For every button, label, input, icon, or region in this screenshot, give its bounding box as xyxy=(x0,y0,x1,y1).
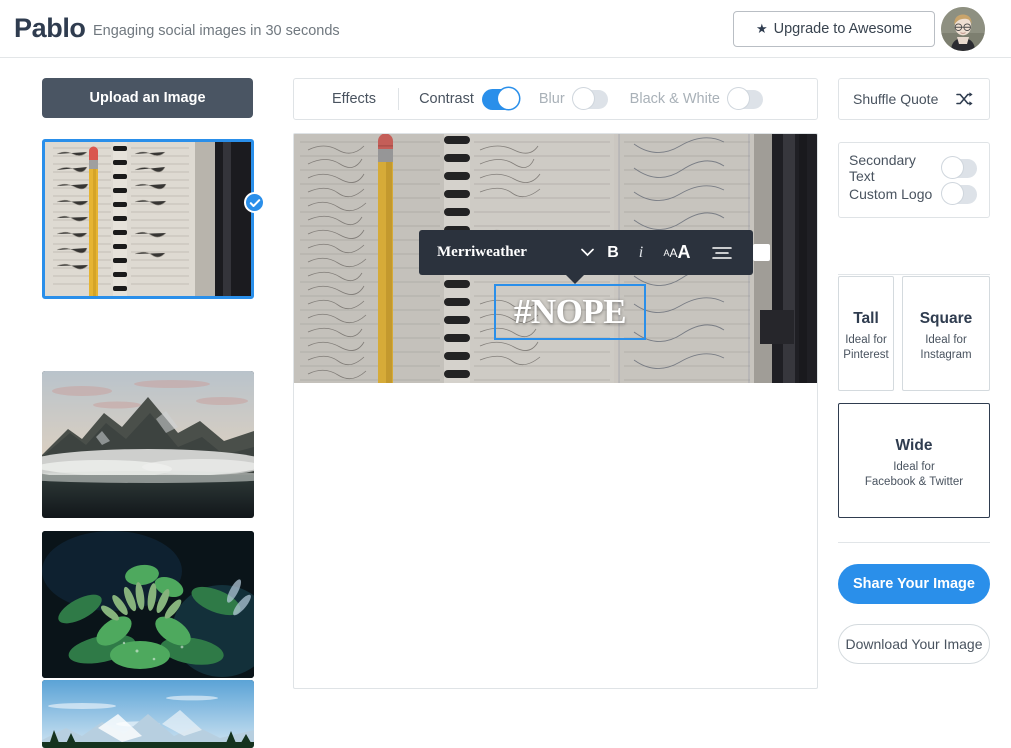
app-header: Pablo Engaging social images in 30 secon… xyxy=(0,0,1011,58)
shuffle-quote-label: Shuffle Quote xyxy=(853,91,939,107)
effect-blur[interactable]: Blur xyxy=(538,88,608,109)
upgrade-to-awesome-button[interactable]: ★ Upgrade to Awesome xyxy=(733,11,935,47)
size-wide-desc: Ideal for Facebook & Twitter xyxy=(864,461,964,488)
thumbnail-mountain-lake-image xyxy=(42,371,254,518)
size-square-name: Square xyxy=(919,310,973,327)
effect-contrast[interactable]: Contrast xyxy=(419,88,519,109)
divider xyxy=(838,542,990,543)
canvas-text-value: #NOPE xyxy=(513,292,627,331)
thumbnail-snowy-mountain[interactable] xyxy=(42,680,254,748)
effect-contrast-label: Contrast xyxy=(419,91,474,107)
toggle-knob xyxy=(942,183,963,204)
font-size-button[interactable]: AAA xyxy=(658,230,696,275)
size-option-tall[interactable]: Tall Ideal for Pinterest xyxy=(838,276,894,391)
editor-main: Effects Contrast Blur Black & White Merr… xyxy=(293,78,818,689)
uploads-sidebar: Upload an Image xyxy=(0,59,281,748)
option-secondary-text[interactable]: Secondary Text xyxy=(839,152,989,184)
canvas-text-box[interactable]: #NOPE xyxy=(494,284,646,340)
option-custom-logo[interactable]: Custom Logo xyxy=(839,181,989,207)
size-tall-name: Tall xyxy=(853,310,879,327)
toggle-knob xyxy=(572,88,594,109)
toggle-knob xyxy=(727,88,749,109)
upload-an-image-button[interactable]: Upload an Image xyxy=(42,78,253,118)
effects-bar: Effects Contrast Blur Black & White xyxy=(293,78,818,120)
size-square-desc: Ideal for Instagram xyxy=(920,334,972,361)
size-option-wide[interactable]: Wide Ideal for Facebook & Twitter xyxy=(838,403,990,518)
text-format-toolbar: Merriweather B i AAA xyxy=(419,230,770,284)
text-options-panel: Secondary Text Custom Logo xyxy=(838,142,990,218)
text-align-icon[interactable] xyxy=(710,230,734,275)
font-size-large-glyph: A xyxy=(677,242,691,262)
italic-button[interactable]: i xyxy=(633,230,649,275)
download-button-label: Download Your Image xyxy=(845,636,983,652)
effect-black-and-white-toggle[interactable] xyxy=(727,88,763,109)
thumbnail-green-plant-image xyxy=(42,531,254,678)
divider xyxy=(398,88,400,110)
thumbnail-notebook[interactable] xyxy=(42,139,254,299)
option-secondary-text-toggle[interactable] xyxy=(942,157,977,178)
effect-blur-label: Blur xyxy=(538,91,565,107)
chevron-down-icon[interactable] xyxy=(577,230,597,275)
effect-contrast-toggle[interactable] xyxy=(482,88,519,109)
thumbnail-notebook-image xyxy=(45,142,251,296)
option-custom-logo-toggle[interactable] xyxy=(942,183,977,204)
size-option-square[interactable]: Square Ideal for Instagram xyxy=(902,276,990,391)
share-button-label: Share Your Image xyxy=(853,576,975,592)
chevron-down-glyph xyxy=(580,248,594,257)
avatar[interactable] xyxy=(941,7,985,51)
upload-button-label: Upload an Image xyxy=(89,90,206,106)
effect-black-and-white[interactable]: Black & White xyxy=(629,88,763,109)
bold-button[interactable]: B xyxy=(603,230,623,275)
share-your-image-button[interactable]: Share Your Image xyxy=(838,564,990,604)
color-swatch xyxy=(752,244,770,261)
text-color-button[interactable] xyxy=(749,230,773,275)
effect-black-and-white-label: Black & White xyxy=(629,91,720,107)
upgrade-button-label: Upgrade to Awesome xyxy=(773,21,913,37)
text-align-glyph xyxy=(712,246,732,259)
image-canvas-panel[interactable]: Merriweather B i AAA #NOPE xyxy=(293,133,818,689)
shuffle-glyph xyxy=(956,92,973,106)
font-name-label[interactable]: Merriweather xyxy=(437,244,527,261)
brand-title: Pablo xyxy=(14,13,86,43)
toggle-knob xyxy=(942,157,963,178)
option-custom-logo-label: Custom Logo xyxy=(849,186,933,202)
thumbnail-mountain-lake[interactable] xyxy=(42,371,254,518)
avatar-photo-icon xyxy=(941,7,985,51)
checkmark-icon xyxy=(249,198,260,207)
thumbnail-snowy-mountain-image xyxy=(42,680,254,748)
shuffle-icon xyxy=(956,92,973,106)
brand-tagline: Engaging social images in 30 seconds xyxy=(93,23,340,39)
effect-blur-toggle[interactable] xyxy=(572,88,608,109)
option-secondary-text-label: Secondary Text xyxy=(849,152,916,184)
size-wide-name: Wide xyxy=(895,437,933,454)
thumbnail-green-plant[interactable] xyxy=(42,531,254,678)
download-your-image-button[interactable]: Download Your Image xyxy=(838,624,990,664)
font-size-medium-glyph: A xyxy=(669,245,678,260)
shuffle-quote-button[interactable]: Shuffle Quote xyxy=(838,78,990,120)
size-tall-desc: Ideal for Pinterest xyxy=(843,334,889,361)
star-icon: ★ xyxy=(755,21,768,36)
thumbnail-selected-badge xyxy=(244,192,265,213)
effects-label: Effects xyxy=(332,91,377,107)
toggle-knob xyxy=(497,88,519,109)
divider xyxy=(838,274,990,275)
